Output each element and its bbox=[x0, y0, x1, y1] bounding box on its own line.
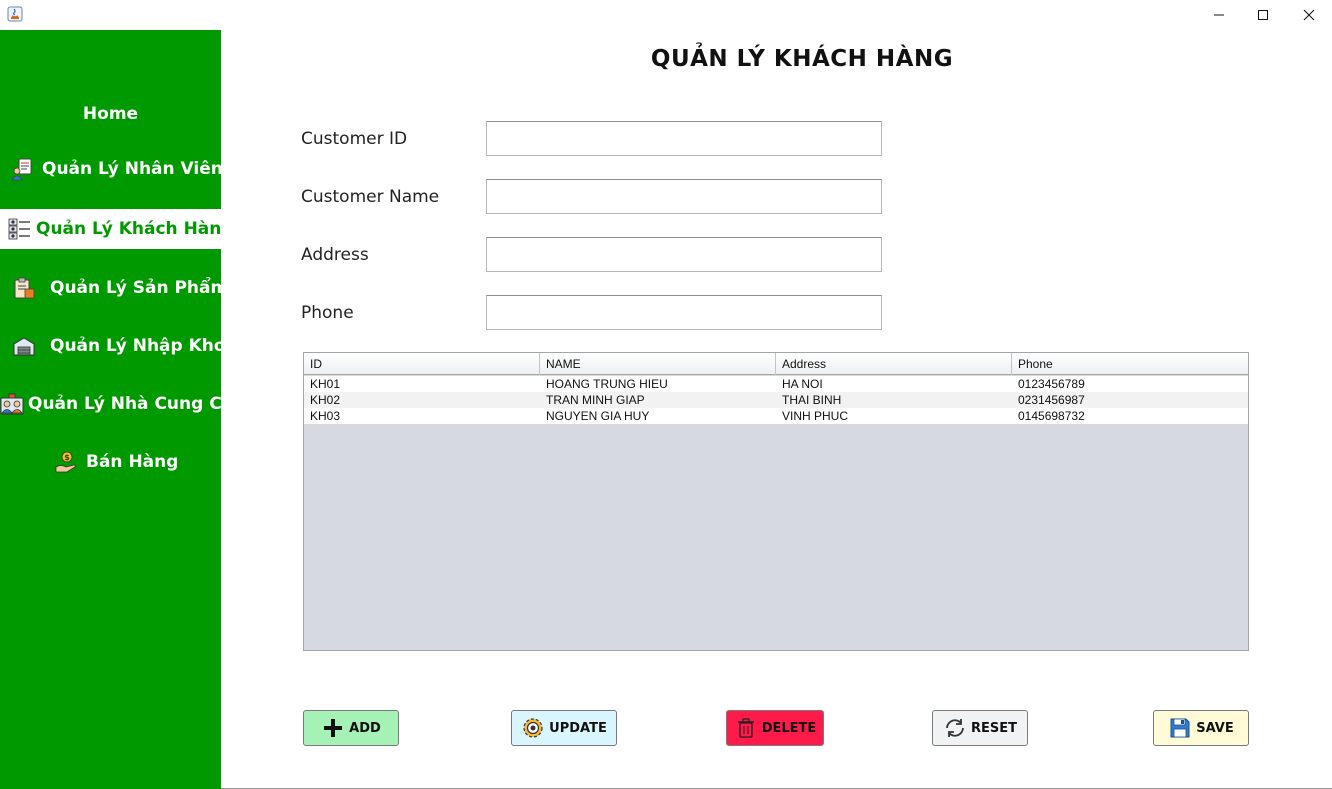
phone-label: Phone bbox=[301, 303, 354, 323]
maximize-button[interactable] bbox=[1240, 0, 1286, 30]
minimize-icon bbox=[1214, 14, 1224, 16]
warehouse-icon bbox=[12, 334, 36, 358]
sidebar-item-label: Quản Lý Khách Hàng bbox=[36, 219, 221, 239]
save-icon bbox=[1168, 716, 1192, 740]
customer-name-label: Customer Name bbox=[301, 187, 440, 207]
gear-icon bbox=[521, 716, 545, 740]
cell-id: KH01 bbox=[310, 377, 341, 391]
close-button[interactable] bbox=[1286, 0, 1332, 30]
update-button[interactable]: UPDATE bbox=[511, 710, 617, 746]
sidebar-item-label: Quản Lý Nhập Kho bbox=[50, 336, 221, 356]
employee-icon bbox=[10, 157, 34, 181]
cell-address: HA NOI bbox=[782, 377, 823, 391]
minimize-button[interactable] bbox=[1196, 0, 1242, 30]
sidebar-item-warehouse[interactable]: Quản Lý Nhập Kho bbox=[0, 326, 221, 366]
update-button-label: UPDATE bbox=[549, 720, 607, 736]
table-row[interactable]: KH02 TRAN MINH GIAP THAI BINH 0231456987 bbox=[304, 392, 1248, 408]
save-button[interactable]: SAVE bbox=[1153, 710, 1249, 746]
column-header-phone[interactable]: Phone bbox=[1012, 353, 1248, 375]
reset-button-label: RESET bbox=[970, 720, 1017, 736]
cell-address: THAI BINH bbox=[782, 393, 842, 407]
sidebar-item-sales[interactable]: $ Bán Hàng bbox=[0, 442, 221, 482]
sidebar-item-label: Bán Hàng bbox=[86, 452, 179, 472]
title-bar bbox=[0, 0, 1332, 30]
app-window: Home Quản Lý Nhân Viên Quản Lý Khách Hàn… bbox=[0, 0, 1332, 789]
address-label: Address bbox=[301, 245, 369, 265]
cell-name: NGUYEN GIA HUY bbox=[546, 409, 650, 423]
sidebar-item-suppliers[interactable]: Quản Lý Nhà Cung Cấp bbox=[0, 384, 221, 424]
svg-text:$: $ bbox=[64, 453, 70, 462]
trash-icon bbox=[734, 716, 758, 740]
column-header-address[interactable]: Address bbox=[776, 353, 1012, 375]
add-button[interactable]: ADD bbox=[303, 710, 399, 746]
phone-input[interactable] bbox=[486, 295, 882, 330]
sidebar-item-customers[interactable]: Quản Lý Khách Hàng bbox=[0, 209, 221, 249]
plus-icon bbox=[321, 716, 345, 740]
sidebar-item-label: Quản Lý Sản Phẩm bbox=[50, 278, 221, 298]
cell-name: HOANG TRUNG HIEU bbox=[546, 377, 668, 391]
save-button-label: SAVE bbox=[1196, 720, 1234, 736]
table-row[interactable]: KH03 NGUYEN GIA HUY VINH PHUC 0145698732 bbox=[304, 408, 1248, 424]
maximize-icon bbox=[1258, 10, 1268, 20]
table-header: ID NAME Address Phone bbox=[304, 353, 1248, 375]
cell-name: TRAN MINH GIAP bbox=[546, 393, 645, 407]
sidebar-item-products[interactable]: Quản Lý Sản Phẩm bbox=[0, 268, 221, 308]
java-icon bbox=[7, 6, 23, 22]
sales-icon: $ bbox=[54, 450, 78, 474]
reset-button[interactable]: RESET bbox=[932, 710, 1028, 746]
sidebar-item-label: Quản Lý Nhà Cung Cấp bbox=[28, 394, 221, 414]
customer-table[interactable]: ID NAME Address Phone KH01 HOANG TRUNG H… bbox=[303, 352, 1249, 651]
cell-phone: 0145698732 bbox=[1018, 409, 1085, 423]
cell-id: KH03 bbox=[310, 409, 341, 423]
table-body: KH01 HOANG TRUNG HIEU HA NOI 0123456789 … bbox=[304, 376, 1248, 424]
table-row[interactable]: KH01 HOANG TRUNG HIEU HA NOI 0123456789 bbox=[304, 376, 1248, 392]
column-header-id[interactable]: ID bbox=[304, 353, 540, 375]
cell-phone: 0231456987 bbox=[1018, 393, 1085, 407]
reset-icon bbox=[943, 716, 967, 740]
customer-list-icon bbox=[8, 217, 32, 241]
close-icon bbox=[1303, 9, 1315, 21]
customer-id-label: Customer ID bbox=[301, 129, 408, 149]
customer-id-input[interactable] bbox=[486, 121, 882, 156]
column-header-name[interactable]: NAME bbox=[540, 353, 776, 375]
delete-button[interactable]: DELETE bbox=[726, 710, 824, 746]
sidebar-item-home[interactable]: Home bbox=[0, 104, 221, 124]
address-input[interactable] bbox=[486, 237, 882, 272]
sidebar: Home Quản Lý Nhân Viên Quản Lý Khách Hàn… bbox=[0, 30, 221, 789]
sidebar-item-label: Quản Lý Nhân Viên bbox=[42, 159, 221, 179]
page-title: QUẢN LÝ KHÁCH HÀNG bbox=[650, 46, 954, 72]
sidebar-item-employees[interactable]: Quản Lý Nhân Viên bbox=[0, 149, 221, 189]
cell-id: KH02 bbox=[310, 393, 341, 407]
delete-button-label: DELETE bbox=[761, 720, 817, 736]
add-button-label: ADD bbox=[349, 720, 381, 736]
cell-address: VINH PHUC bbox=[782, 409, 849, 423]
supplier-icon bbox=[0, 392, 24, 416]
product-icon bbox=[12, 276, 36, 300]
customer-name-input[interactable] bbox=[486, 179, 882, 214]
cell-phone: 0123456789 bbox=[1018, 377, 1085, 391]
